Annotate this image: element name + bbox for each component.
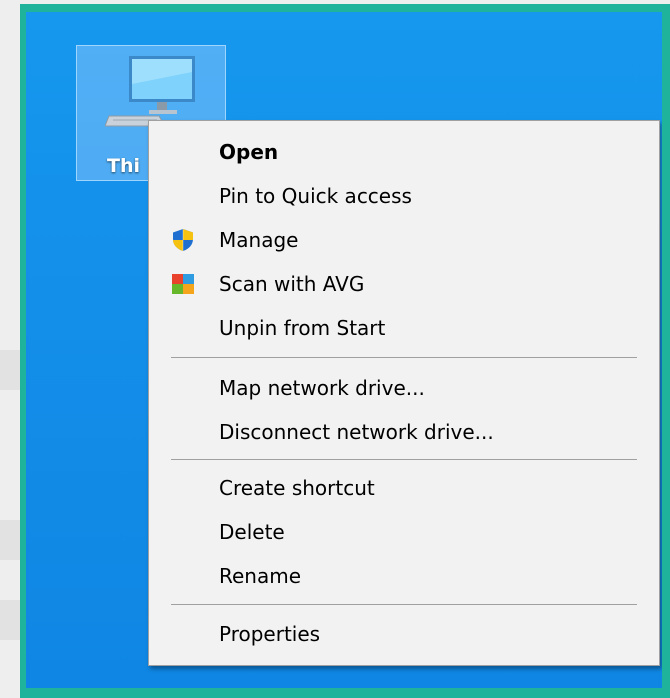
desktop-icon-label: Thi [107, 155, 140, 177]
menu-item-label: Unpin from Start [219, 316, 386, 340]
background-tile [0, 600, 20, 640]
background-tile [0, 520, 20, 560]
menu-item-create-shortcut[interactable]: Create shortcut [151, 467, 657, 509]
menu-item-map-network-drive[interactable]: Map network drive... [151, 367, 657, 409]
menu-item-label: Manage [219, 228, 299, 252]
menu-item-scan-with-avg[interactable]: Scan with AVG [151, 263, 657, 305]
context-menu: Open Pin to Quick access Manage Scan wit… [148, 120, 660, 666]
menu-separator [171, 459, 637, 460]
menu-separator [171, 357, 637, 358]
shield-icon [173, 229, 193, 251]
menu-item-label: Properties [219, 622, 321, 646]
menu-item-properties[interactable]: Properties [151, 613, 657, 655]
menu-item-pin-to-quick-access[interactable]: Pin to Quick access [151, 175, 657, 217]
menu-item-label: Rename [219, 564, 302, 588]
menu-item-unpin-from-start[interactable]: Unpin from Start [151, 307, 657, 349]
background-tile [0, 350, 20, 390]
menu-item-label: Map network drive... [219, 376, 425, 400]
avg-icon [172, 274, 194, 294]
menu-item-delete[interactable]: Delete [151, 511, 657, 553]
desktop[interactable]: Thi Open Pin to Quick access Manage Scan… [26, 12, 662, 688]
menu-item-label: Delete [219, 520, 285, 544]
menu-item-rename[interactable]: Rename [151, 555, 657, 597]
menu-item-label: Pin to Quick access [219, 184, 412, 208]
menu-item-label: Create shortcut [219, 476, 375, 500]
menu-item-label: Scan with AVG [219, 272, 365, 296]
menu-separator [171, 604, 637, 605]
menu-item-label: Open [219, 140, 279, 164]
menu-item-disconnect-network-drive[interactable]: Disconnect network drive... [151, 411, 657, 453]
menu-item-open[interactable]: Open [151, 131, 657, 173]
menu-item-label: Disconnect network drive... [219, 420, 494, 444]
menu-item-manage[interactable]: Manage [151, 219, 657, 261]
